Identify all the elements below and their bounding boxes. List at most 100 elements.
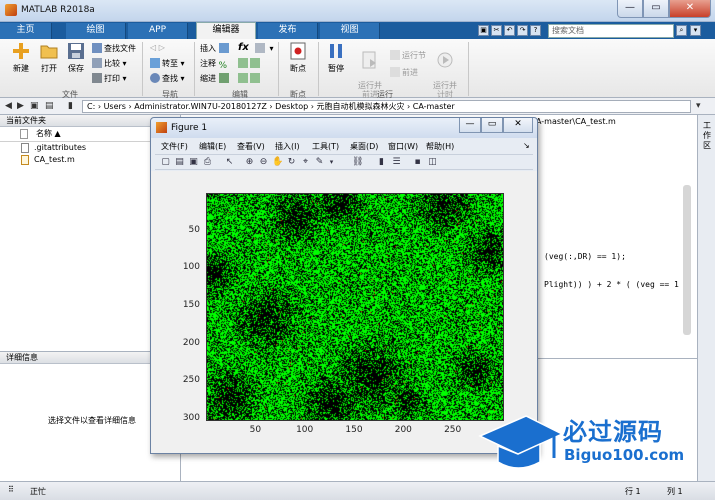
rotate-3d-icon[interactable]: ↻: [286, 157, 297, 168]
print-button[interactable]: 打印 ▾: [92, 73, 127, 84]
menu-help[interactable]: 帮助(H): [426, 141, 454, 152]
search-input[interactable]: 搜索文档: [548, 24, 674, 38]
cut-icon[interactable]: ✂: [491, 25, 502, 36]
open-button[interactable]: 打开: [34, 42, 64, 74]
goto-icon: [150, 58, 160, 68]
menu-desktop[interactable]: 桌面(D): [350, 141, 378, 152]
zoom-in-icon[interactable]: ⊕: [244, 157, 255, 168]
goto-button[interactable]: 转至 ▾: [150, 58, 185, 69]
colorbar-icon[interactable]: ▮: [376, 157, 387, 168]
open-file-icon[interactable]: ▤: [174, 157, 185, 168]
indent-button[interactable]: 缩进: [200, 73, 231, 84]
fx-icon: fx: [238, 42, 249, 53]
figure-minimize-button[interactable]: —: [459, 118, 481, 133]
pan-icon[interactable]: ✋: [272, 157, 283, 168]
tab-plots[interactable]: 绘图: [66, 23, 126, 39]
data-cursor-icon[interactable]: ⌖: [300, 157, 311, 168]
comment-toggle-icon[interactable]: [238, 58, 262, 68]
menu-edit[interactable]: 编辑(E): [199, 141, 226, 152]
menu-tools[interactable]: 工具(T): [312, 141, 339, 152]
dock-icon[interactable]: ↘: [523, 141, 530, 150]
tab-editor[interactable]: 编辑器: [196, 22, 256, 39]
show-tools-icon[interactable]: ◫: [427, 157, 438, 168]
menu-view[interactable]: 查看(V): [237, 141, 265, 152]
menu-file[interactable]: 文件(F): [161, 141, 188, 152]
x-tick-label: 200: [394, 425, 412, 435]
compare-icon: [92, 58, 102, 68]
window-title: MATLAB R2018a: [21, 5, 95, 15]
path-root-icon[interactable]: ▮: [68, 101, 73, 111]
code-line[interactable]: (veg(:,DR) == 1);: [544, 252, 626, 261]
minimize-button[interactable]: —: [617, 0, 643, 18]
compare-button[interactable]: 比较 ▾: [92, 58, 127, 69]
new-file-icon: [13, 43, 29, 59]
new-button[interactable]: 新建: [6, 42, 36, 74]
collapse-ribbon-icon[interactable]: ▾: [690, 25, 701, 36]
indent-toggle-icon[interactable]: [238, 73, 262, 83]
tab-view[interactable]: 视图: [320, 23, 380, 39]
compare-label: 比较: [104, 59, 120, 68]
forward-arrow-icon[interactable]: ▶: [17, 101, 24, 111]
path-input[interactable]: C: › Users › Administrator.WIN7U-2018012…: [82, 100, 691, 113]
code-line[interactable]: Plight)) ) + 2 * ( (veg == 1: [544, 280, 679, 289]
file-name: CA_test.m: [34, 155, 75, 164]
tab-publish[interactable]: 发布: [258, 23, 318, 39]
col-label: 列: [667, 487, 675, 496]
close-button[interactable]: ✕: [669, 0, 711, 18]
tab-home[interactable]: 主页: [0, 23, 52, 39]
browse-folder-icon[interactable]: ▤: [45, 101, 54, 111]
figure-maximize-button[interactable]: ▭: [481, 118, 503, 133]
breakpoints-button[interactable]: 断点: [283, 42, 313, 74]
file-type-icon: [20, 129, 28, 139]
undo-icon[interactable]: ↶: [504, 25, 515, 36]
figure-menu-bar: 文件(F) 编辑(E) 查看(V) 插入(I) 工具(T) 桌面(D) 窗口(W…: [155, 139, 533, 153]
save-all-icon[interactable]: ▣: [478, 25, 489, 36]
save-button[interactable]: 保存: [61, 42, 91, 74]
insert-function-button[interactable]: fx: [238, 42, 249, 53]
redo-icon[interactable]: ↷: [517, 25, 528, 36]
find-files-button[interactable]: 查找文件: [92, 43, 136, 54]
new-figure-icon[interactable]: ▢: [160, 157, 171, 168]
figure-close-button[interactable]: ✕: [503, 118, 533, 133]
figure-window[interactable]: Figure 1 — ▭ ✕ 文件(F) 编辑(E) 查看(V) 插入(I) 工…: [150, 117, 538, 454]
y-tick-label: 100: [182, 262, 200, 273]
menu-insert[interactable]: 插入(I): [275, 141, 300, 152]
find-button[interactable]: 查找 ▾: [150, 73, 185, 84]
brush-dropdown-icon[interactable]: ▾: [326, 157, 337, 168]
run-time-button[interactable]: 运行并 计时: [428, 42, 462, 99]
ca-grid-image[interactable]: [206, 193, 504, 421]
folder-up-icon[interactable]: ▣: [30, 101, 39, 111]
tab-apps[interactable]: APP: [128, 23, 188, 39]
zoom-out-icon[interactable]: ⊖: [258, 157, 269, 168]
pause-button[interactable]: 暂停: [321, 42, 351, 74]
editor-file-path: A-master\CA_test.m: [536, 117, 616, 126]
figure-title-bar[interactable]: Figure 1 — ▭ ✕: [151, 118, 537, 138]
figure-icon: [156, 122, 167, 133]
comment-button[interactable]: 注释 %: [200, 58, 229, 71]
maximize-button[interactable]: ▭: [643, 0, 669, 18]
status-bar: ⠿ 正忙 行 1 列 1: [0, 481, 715, 500]
insert-button[interactable]: 插入: [200, 43, 231, 54]
legend-icon[interactable]: ☰: [391, 157, 402, 168]
hide-tools-icon[interactable]: ▪: [412, 157, 423, 168]
link-plot-icon[interactable]: ⛓: [352, 157, 363, 168]
advance-button[interactable]: 前进: [390, 67, 418, 78]
editor-scrollbar[interactable]: [683, 185, 691, 335]
save-figure-icon[interactable]: ▣: [188, 157, 199, 168]
watermark-cn-text: 必过源码: [563, 418, 663, 446]
status-text: 正忙: [30, 487, 46, 496]
back-arrow-icon[interactable]: ◀: [5, 101, 12, 111]
comment-icon: [238, 58, 248, 68]
edit-more-icon[interactable]: ▾: [255, 43, 274, 53]
advance-icon: [390, 67, 400, 77]
help-icon[interactable]: ?: [530, 25, 541, 36]
path-dropdown-icon[interactable]: ▾: [696, 101, 701, 111]
menu-window[interactable]: 窗口(W): [388, 141, 418, 152]
print-figure-icon[interactable]: ⎙: [202, 157, 213, 168]
back-nav-icon[interactable]: ◁ ▷: [150, 43, 165, 52]
edit-plot-icon[interactable]: ↖: [224, 157, 235, 168]
pause-icon: [330, 44, 342, 58]
brush-icon[interactable]: ✎: [314, 157, 325, 168]
search-icon[interactable]: ⌕: [676, 25, 687, 36]
run-section-button[interactable]: 运行节: [390, 50, 426, 61]
